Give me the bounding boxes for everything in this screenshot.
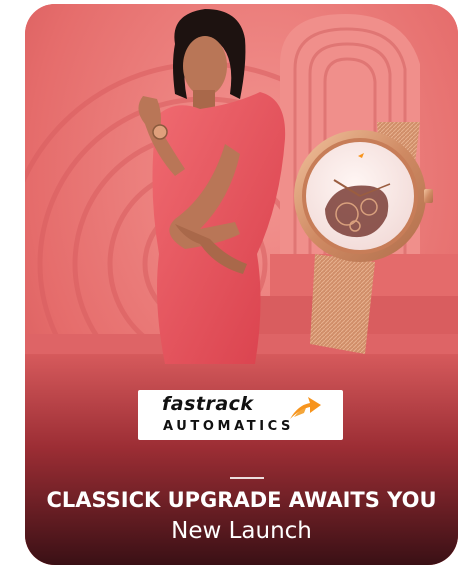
promo-illustration [25, 4, 458, 565]
promo-headline: CLASSICK UPGRADE AWAITS YOU [46, 488, 437, 512]
title-divider [230, 477, 264, 479]
brand-subtitle: AUTOMATICS [163, 419, 294, 434]
fastrack-arrow-logo-icon [290, 397, 321, 419]
promo-subheadline: New Launch [171, 518, 312, 544]
promo-banner-card[interactable]: fastrack AUTOMATICS CLASSICK UPGRADE AWA… [25, 4, 458, 565]
brand-logo-badge: fastrack AUTOMATICS [138, 390, 343, 440]
brand-name: fastrack [162, 393, 254, 415]
